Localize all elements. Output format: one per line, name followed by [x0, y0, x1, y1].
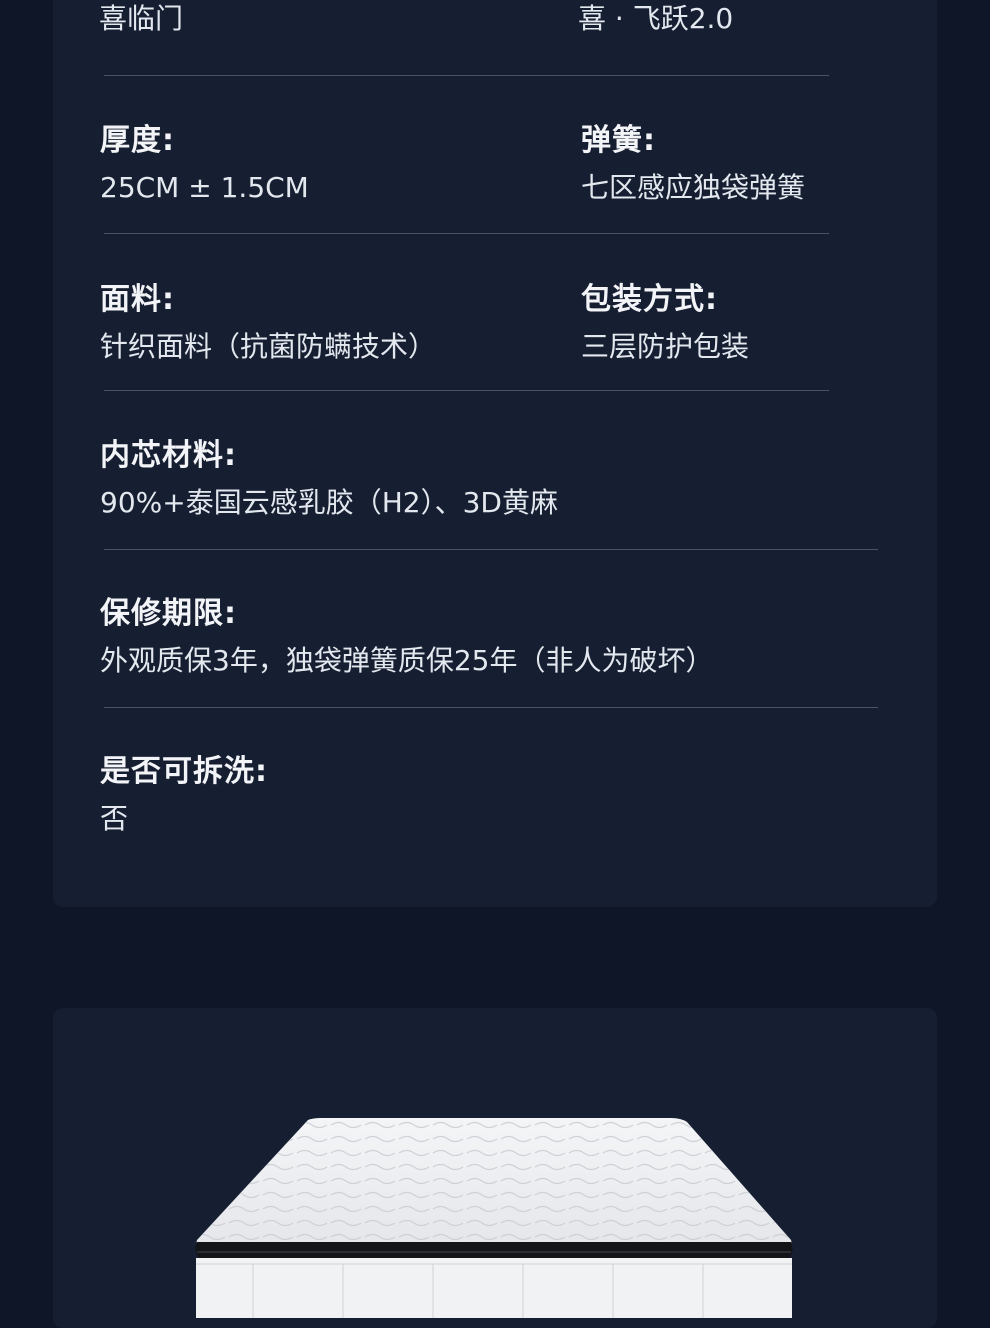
divider	[104, 549, 878, 550]
spec-packaging-label: 包装方式:	[581, 282, 718, 317]
spec-core-value: 90%+泰国云感乳胶（H2）、3D黄麻	[100, 486, 558, 519]
spec-spring-value: 七区感应独袋弹簧	[581, 171, 806, 204]
spec-thickness-label: 厚度:	[100, 123, 175, 158]
spec-washable: 是否可拆洗: 否	[100, 754, 268, 836]
spec-thickness: 厚度: 25CM ± 1.5CM	[100, 123, 309, 205]
spec-fabric: 面料: 针织面料（抗菌防螨技术）	[100, 282, 436, 364]
spec-core: 内芯材料: 90%+泰国云感乳胶（H2）、3D黄麻	[100, 438, 558, 520]
product-photo-card	[53, 1008, 937, 1328]
spec-core-label: 内芯材料:	[100, 438, 237, 473]
divider	[104, 75, 829, 76]
spec-fabric-label: 面料:	[100, 282, 175, 317]
mattress-image	[195, 1118, 793, 1318]
divider	[104, 233, 829, 234]
spec-packaging-value: 三层防护包装	[581, 330, 750, 363]
spec-warranty: 保修期限: 外观质保3年，独袋弹簧质保25年（非人为破坏）	[100, 596, 713, 678]
spec-name-value: 喜 · 飞跃2.0	[578, 2, 734, 35]
spec-packaging: 包装方式: 三层防护包装	[581, 282, 749, 364]
spec-name: 喜 · 飞跃2.0	[578, 2, 733, 36]
spec-spring: 弹簧: 七区感应独袋弹簧	[581, 123, 805, 205]
spec-spring-label: 弹簧:	[581, 123, 656, 158]
divider	[104, 707, 878, 708]
spec-warranty-value: 外观质保3年，独袋弹簧质保25年（非人为破坏）	[100, 644, 714, 677]
spec-washable-label: 是否可拆洗:	[100, 754, 268, 789]
spec-warranty-label: 保修期限:	[100, 596, 237, 631]
spec-washable-value: 否	[100, 802, 129, 835]
spec-thickness-value: 25CM ± 1.5CM	[100, 171, 309, 204]
spec-fabric-value: 针织面料（抗菌防螨技术）	[100, 330, 437, 363]
spec-series: 喜临门	[99, 2, 183, 36]
spec-card: 喜临门 喜 · 飞跃2.0 厚度: 25CM ± 1.5CM 弹簧: 七区感应独…	[53, 0, 937, 907]
spec-series-value: 喜临门	[99, 2, 184, 35]
divider	[104, 390, 829, 391]
